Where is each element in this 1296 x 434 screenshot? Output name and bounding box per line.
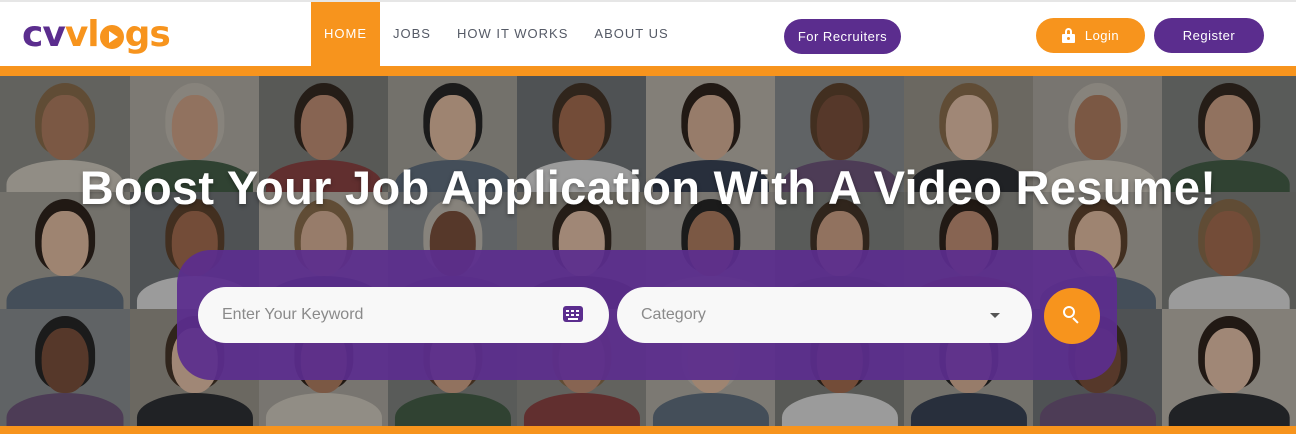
caret-down-icon (990, 313, 1000, 318)
nav-jobs[interactable]: JOBS (380, 2, 444, 66)
register-button[interactable]: Register (1154, 18, 1264, 53)
keyboard-icon[interactable] (563, 306, 583, 322)
logo-text-cv: cv (22, 14, 66, 55)
search-button[interactable] (1044, 288, 1100, 344)
nav-home[interactable]: HOME (311, 2, 380, 66)
lock-icon (1061, 28, 1075, 43)
nav-about-us[interactable]: ABOUT US (581, 2, 681, 66)
job-search-panel: Category (177, 250, 1117, 380)
keyword-input[interactable] (222, 287, 552, 343)
logo-text-vl: vl (64, 14, 100, 55)
category-select[interactable]: Category (617, 287, 1032, 343)
hero-title: Boost Your Job Application With A Video … (79, 161, 1217, 214)
category-label: Category (641, 306, 706, 323)
search-icon (1063, 306, 1081, 324)
hero-section: Boost Your Job Application With A Video … (0, 76, 1296, 426)
logo-text-gs: gs (124, 14, 171, 55)
login-label: Login (1084, 28, 1120, 43)
keyword-field[interactable] (198, 287, 609, 343)
cvvlogs-logo[interactable]: cv vl gs (22, 12, 171, 58)
for-recruiters-button[interactable]: For Recruiters (784, 19, 901, 54)
site-header: cv vl gs HOME JOBS HOW IT WORKS ABOUT US F… (0, 0, 1296, 66)
main-nav: HOME JOBS HOW IT WORKS ABOUT US (311, 2, 682, 66)
play-icon (99, 25, 124, 49)
login-button[interactable]: Login (1036, 18, 1145, 53)
hero-bottom-accent-bar (0, 426, 1296, 434)
nav-how-it-works[interactable]: HOW IT WORKS (444, 2, 581, 66)
header-accent-bar (0, 66, 1296, 76)
